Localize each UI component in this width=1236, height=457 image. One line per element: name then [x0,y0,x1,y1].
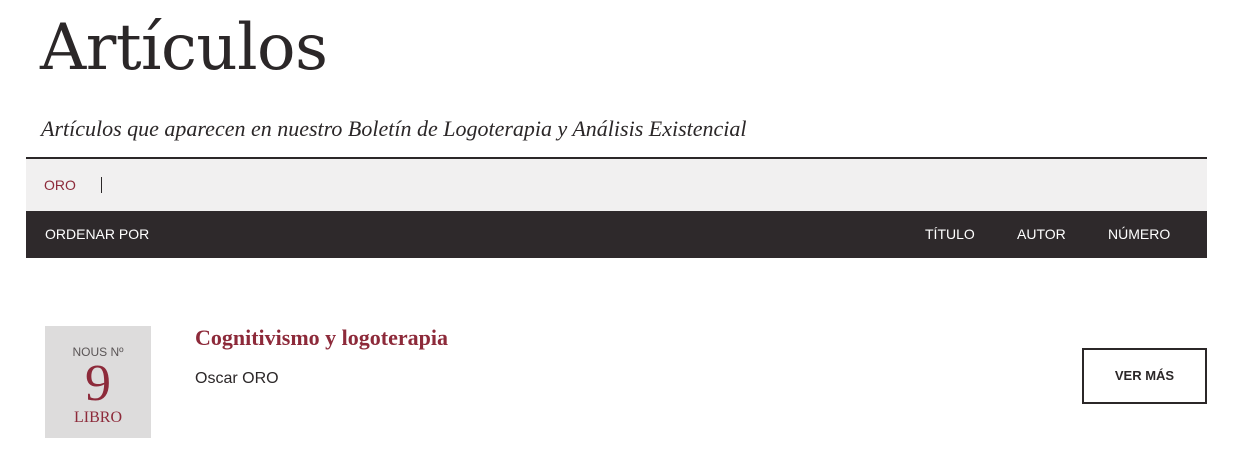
article-title-link[interactable]: Cognitivismo y logoterapia [195,324,448,352]
ver-mas-button[interactable]: VER MÁS [1082,348,1207,404]
text-cursor [101,177,102,193]
search-input[interactable] [44,159,1184,211]
sort-by-author-button[interactable]: AUTOR [1017,211,1066,258]
search-bar [26,157,1207,211]
article-author: Oscar ORO [195,370,279,387]
issue-number: 9 [85,355,111,412]
issue-badge: NOUS Nº 9 LIBRO [45,326,151,438]
sort-by-number-button[interactable]: NÚMERO [1108,211,1170,258]
page-subtitle: Artículos que aparecen en nuestro Boletí… [41,116,747,141]
issue-type: LIBRO [74,409,122,426]
page-title: Artículos [40,11,328,85]
sort-bar: ORDENAR POR TÍTULO AUTOR NÚMERO [26,211,1207,258]
sort-label: ORDENAR POR [45,226,150,242]
sort-by-title-button[interactable]: TÍTULO [925,211,975,258]
